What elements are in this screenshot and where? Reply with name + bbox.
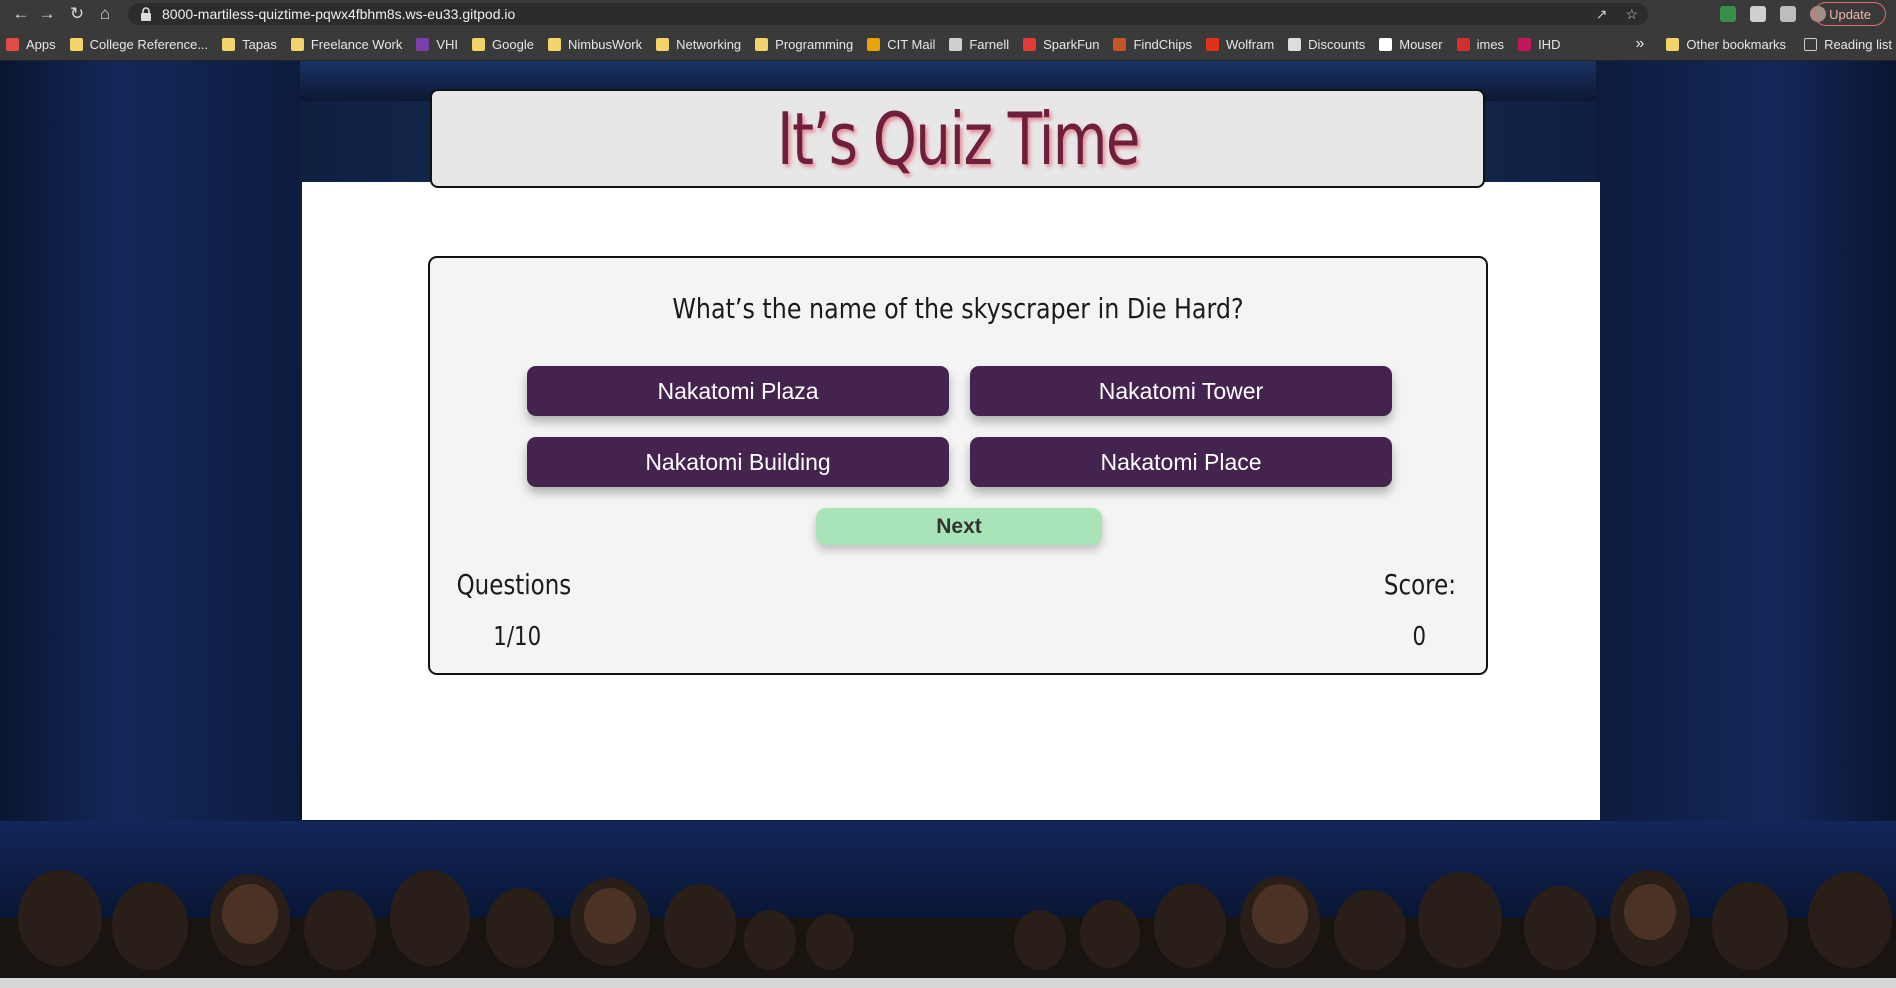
answer-button-3[interactable]: Nakatomi Building xyxy=(527,437,949,487)
bookmark-freelance-work[interactable]: Freelance Work xyxy=(290,36,403,52)
bookmark-label: VHI xyxy=(436,36,459,52)
bookmark-label: College Reference... xyxy=(89,36,209,52)
other-bookmarks[interactable]: Other bookmarks xyxy=(1666,37,1786,52)
sparkfun-icon xyxy=(1023,37,1037,51)
bookmark-programming[interactable]: Programming xyxy=(755,37,853,52)
page-bottom-edge xyxy=(0,978,1896,988)
question-card: What’s the name of the skyscraper in Die… xyxy=(428,256,1488,675)
bookmark-wolfram[interactable]: Wolfram xyxy=(1206,37,1274,52)
score-value: 0 xyxy=(1412,622,1427,652)
right-wall xyxy=(1596,61,1896,921)
bookmark-apps[interactable]: Apps xyxy=(6,37,56,52)
folder-icon xyxy=(472,37,486,51)
bookmark-label: Networking xyxy=(676,36,742,52)
reading-list-label: Reading list xyxy=(1824,36,1892,52)
folder-icon xyxy=(222,37,236,51)
share-icon[interactable]: ↗ xyxy=(1596,6,1608,23)
bookmark-label: Farnell xyxy=(969,36,1010,52)
answer-button-4[interactable]: Nakatomi Place xyxy=(970,437,1392,487)
other-bookmarks-label: Other bookmarks xyxy=(1686,36,1787,52)
bookmark-label: Tapas xyxy=(242,36,277,52)
url-text: 8000-martiless-quiztime-pqwx4fbhm8s.ws-e… xyxy=(162,6,516,22)
reading-list[interactable]: Reading list xyxy=(1804,37,1892,52)
answer-button-1[interactable]: Nakatomi Plaza xyxy=(527,366,949,416)
left-wall xyxy=(0,61,300,921)
discounts-icon xyxy=(1288,37,1302,51)
questions-label: Questions xyxy=(456,568,572,601)
puzzle-icon[interactable] xyxy=(1750,6,1766,22)
extension-chart-icon[interactable] xyxy=(1720,6,1736,22)
page-title: It’s Quiz Time xyxy=(776,96,1140,181)
bookmark-college-reference[interactable]: College Reference... xyxy=(69,36,209,52)
vhi-icon xyxy=(416,37,430,51)
folder-icon xyxy=(755,37,769,51)
bookmark-nimbuswork[interactable]: NimbusWork xyxy=(547,36,643,52)
lock-icon xyxy=(141,7,151,21)
browser-toolbar: ← → ↻ ⌂ 8000-martiless-quiztime-pqwx4fbh… xyxy=(0,0,1896,28)
bookmark-label: Programming xyxy=(775,36,854,52)
folder-icon xyxy=(69,37,83,51)
folder-icon xyxy=(290,37,304,51)
ihd-icon xyxy=(1518,37,1532,51)
bookmark-label: imes xyxy=(1476,36,1505,52)
bookmark-label: Mouser xyxy=(1399,36,1443,52)
bookmark-vhi[interactable]: VHI xyxy=(416,37,458,52)
bookmarks-overflow-icon[interactable]: » xyxy=(1635,35,1644,53)
mouser-icon xyxy=(1379,37,1393,51)
imes-icon xyxy=(1456,37,1470,51)
folder-icon xyxy=(656,37,670,51)
next-button[interactable]: Next xyxy=(816,508,1102,545)
back-arrow-icon[interactable]: ← xyxy=(8,1,34,27)
bookmark-label: CIT Mail xyxy=(887,36,936,52)
bookmark-label: Wolfram xyxy=(1226,36,1275,52)
bookmark-label: SparkFun xyxy=(1043,36,1100,52)
question-text: What’s the name of the skyscraper in Die… xyxy=(672,292,1244,325)
apps-grid-icon xyxy=(6,37,19,51)
bookmark-label: Discounts xyxy=(1308,36,1366,52)
farnell-icon xyxy=(949,37,963,51)
findchips-icon xyxy=(1113,37,1127,51)
bookmark-google[interactable]: Google xyxy=(472,37,534,52)
bookmark-label: Freelance Work xyxy=(310,36,403,52)
bookmark-label: Google xyxy=(492,36,534,52)
bookmark-label: NimbusWork xyxy=(567,36,643,52)
bookmark-sparkfun[interactable]: SparkFun xyxy=(1023,37,1099,52)
bookmark-imes[interactable]: imes xyxy=(1456,36,1505,52)
media-queue-icon[interactable] xyxy=(1780,6,1796,22)
bookmark-label: Apps xyxy=(26,36,56,52)
forward-arrow-icon[interactable]: → xyxy=(34,1,60,27)
score-label: Score: xyxy=(1384,568,1457,601)
answer-button-2[interactable]: Nakatomi Tower xyxy=(970,366,1392,416)
wolfram-icon xyxy=(1206,37,1220,51)
reading-list-icon xyxy=(1804,37,1818,51)
bookmark-discounts[interactable]: Discounts xyxy=(1288,37,1365,52)
bookmark-farnell[interactable]: Farnell xyxy=(949,37,1009,52)
mail-icon xyxy=(867,37,881,51)
audience-silhouettes xyxy=(0,870,1896,988)
bookmark-label: IHD xyxy=(1538,36,1561,52)
bookmark-networking[interactable]: Networking xyxy=(656,37,741,52)
bookmark-label: FindChips xyxy=(1133,36,1193,52)
bookmark-mouser[interactable]: Mouser xyxy=(1379,36,1443,52)
bookmark-ihd[interactable]: IHD xyxy=(1518,37,1560,52)
bookmark-findchips[interactable]: FindChips xyxy=(1113,37,1192,52)
address-bar[interactable]: 8000-martiless-quiztime-pqwx4fbhm8s.ws-e… xyxy=(128,3,1648,25)
bookmarks-bar: Apps College Reference... Tapas Freelance W… xyxy=(0,28,1896,61)
star-icon[interactable]: ☆ xyxy=(1625,6,1638,23)
folder-icon xyxy=(1666,37,1680,51)
home-icon[interactable]: ⌂ xyxy=(92,1,118,27)
bookmark-tapas[interactable]: Tapas xyxy=(222,37,277,52)
questions-counter: 1/10 xyxy=(493,622,542,652)
title-banner: It’s Quiz Time xyxy=(430,89,1485,188)
update-button[interactable]: Update xyxy=(1814,2,1886,26)
reload-icon[interactable]: ↻ xyxy=(64,1,90,27)
folder-icon xyxy=(547,37,561,51)
bookmark-cit-mail[interactable]: CIT Mail xyxy=(867,37,935,52)
